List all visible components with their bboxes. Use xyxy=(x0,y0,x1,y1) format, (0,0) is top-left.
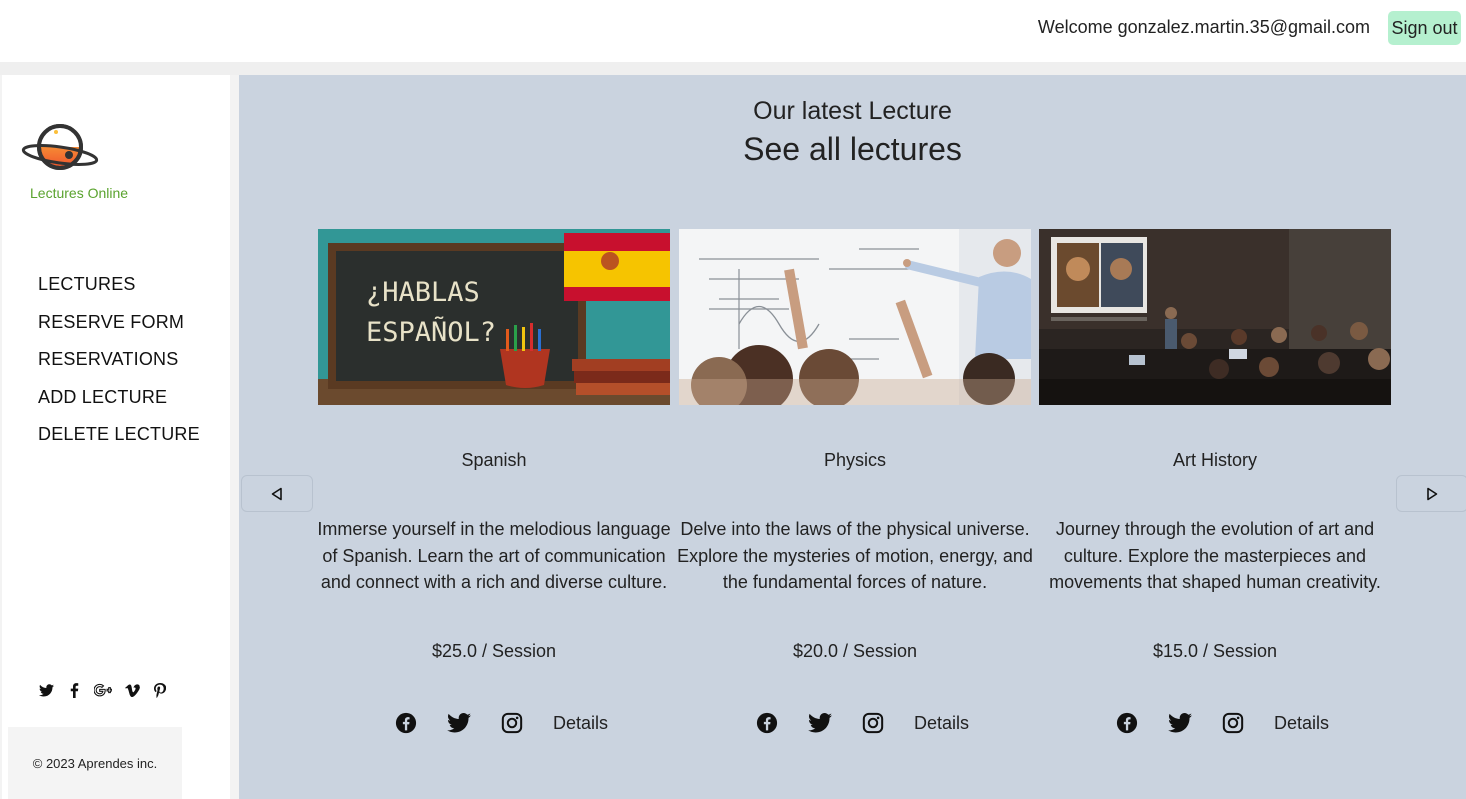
lecture-price: $25.0 / Session xyxy=(431,641,557,661)
details-link[interactable]: Details xyxy=(1274,713,1329,734)
nav-reservations[interactable]: RESERVATIONS xyxy=(38,349,200,387)
facebook-icon[interactable] xyxy=(741,710,794,736)
lecture-price: $15.0 / Session xyxy=(1152,641,1278,661)
next-button[interactable] xyxy=(1396,475,1466,512)
section-subtitle: Our latest Lecture xyxy=(753,97,952,125)
lecture-actions: Details xyxy=(318,710,670,736)
footer-copyright: © 2023 Aprendes inc. xyxy=(8,727,182,799)
top-divider xyxy=(0,62,1466,75)
lecture-actions: Details xyxy=(679,710,1031,736)
lecture-description: Immerse yourself in the melodious langua… xyxy=(317,519,671,592)
lecture-image-physics[interactable] xyxy=(679,229,1031,405)
instagram-icon[interactable] xyxy=(847,710,900,736)
sidebar-panel: Lectures Online LECTURES RESERVE FORM RE… xyxy=(2,75,230,799)
nav-reserve-form[interactable]: RESERVE FORM xyxy=(38,312,200,350)
google-plus-icon[interactable] xyxy=(94,682,112,698)
prev-button[interactable] xyxy=(241,475,313,512)
lecture-description: Journey through the evolution of art and… xyxy=(1049,519,1381,592)
instagram-icon[interactable] xyxy=(1207,710,1260,736)
lecture-title: Spanish xyxy=(461,450,527,470)
lecture-actions: Details xyxy=(1039,710,1391,736)
lecture-title: Art History xyxy=(1172,450,1257,470)
logo-text: Lectures Online xyxy=(30,185,129,201)
twitter-icon[interactable] xyxy=(1154,710,1207,736)
details-link[interactable]: Details xyxy=(553,713,608,734)
nav-lectures[interactable]: LECTURES xyxy=(38,274,200,312)
top-bar: Welcome gonzalez.martin.35@gmail.com Sig… xyxy=(0,0,1466,62)
lecture-image-art-history[interactable] xyxy=(1039,229,1391,405)
image-text: ¿HABLAS xyxy=(366,277,480,308)
twitter-icon[interactable] xyxy=(433,710,486,736)
social-links xyxy=(38,682,168,698)
main-content: Our latest Lecture See all lectures ¿HAB… xyxy=(239,75,1466,799)
twitter-icon[interactable] xyxy=(38,682,54,698)
triangle-left-icon xyxy=(271,487,282,500)
svg-text:ESPAÑOL?: ESPAÑOL? xyxy=(366,316,496,348)
lecture-price: $20.0 / Session xyxy=(792,641,918,661)
welcome-text: Welcome gonzalez.martin.35@gmail.com xyxy=(1037,17,1370,37)
sign-out-button[interactable]: Sign out xyxy=(1388,11,1461,45)
facebook-icon[interactable] xyxy=(66,682,82,698)
sidebar: Lectures Online LECTURES RESERVE FORM RE… xyxy=(0,75,239,799)
lecture-image-spanish[interactable]: ¿HABLAS ESPAÑOL? xyxy=(318,229,670,405)
vimeo-icon[interactable] xyxy=(124,682,140,698)
lecture-card: Art History Journey through the evolutio… xyxy=(1039,229,1391,734)
lecture-description: Delve into the laws of the physical univ… xyxy=(677,519,1033,592)
facebook-icon[interactable] xyxy=(380,710,433,736)
triangle-right-icon xyxy=(1427,487,1438,500)
section-title: See all lectures xyxy=(743,131,962,167)
facebook-icon[interactable] xyxy=(1101,710,1154,736)
nav-add-lecture[interactable]: ADD LECTURE xyxy=(38,387,200,425)
lecture-card: ¿HABLAS ESPAÑOL? Spanish Immerse yoursel… xyxy=(317,229,671,734)
nav-delete-lecture[interactable]: DELETE LECTURE xyxy=(38,424,200,462)
lecture-title: Physics xyxy=(823,450,886,470)
details-link[interactable]: Details xyxy=(914,713,969,734)
instagram-icon[interactable] xyxy=(486,710,539,736)
pinterest-icon[interactable] xyxy=(152,682,168,698)
sidebar-nav: LECTURES RESERVE FORM RESERVATIONS ADD L… xyxy=(38,274,200,462)
twitter-icon[interactable] xyxy=(794,710,847,736)
lecture-card: Physics Delve into the laws of the physi… xyxy=(677,229,1033,734)
